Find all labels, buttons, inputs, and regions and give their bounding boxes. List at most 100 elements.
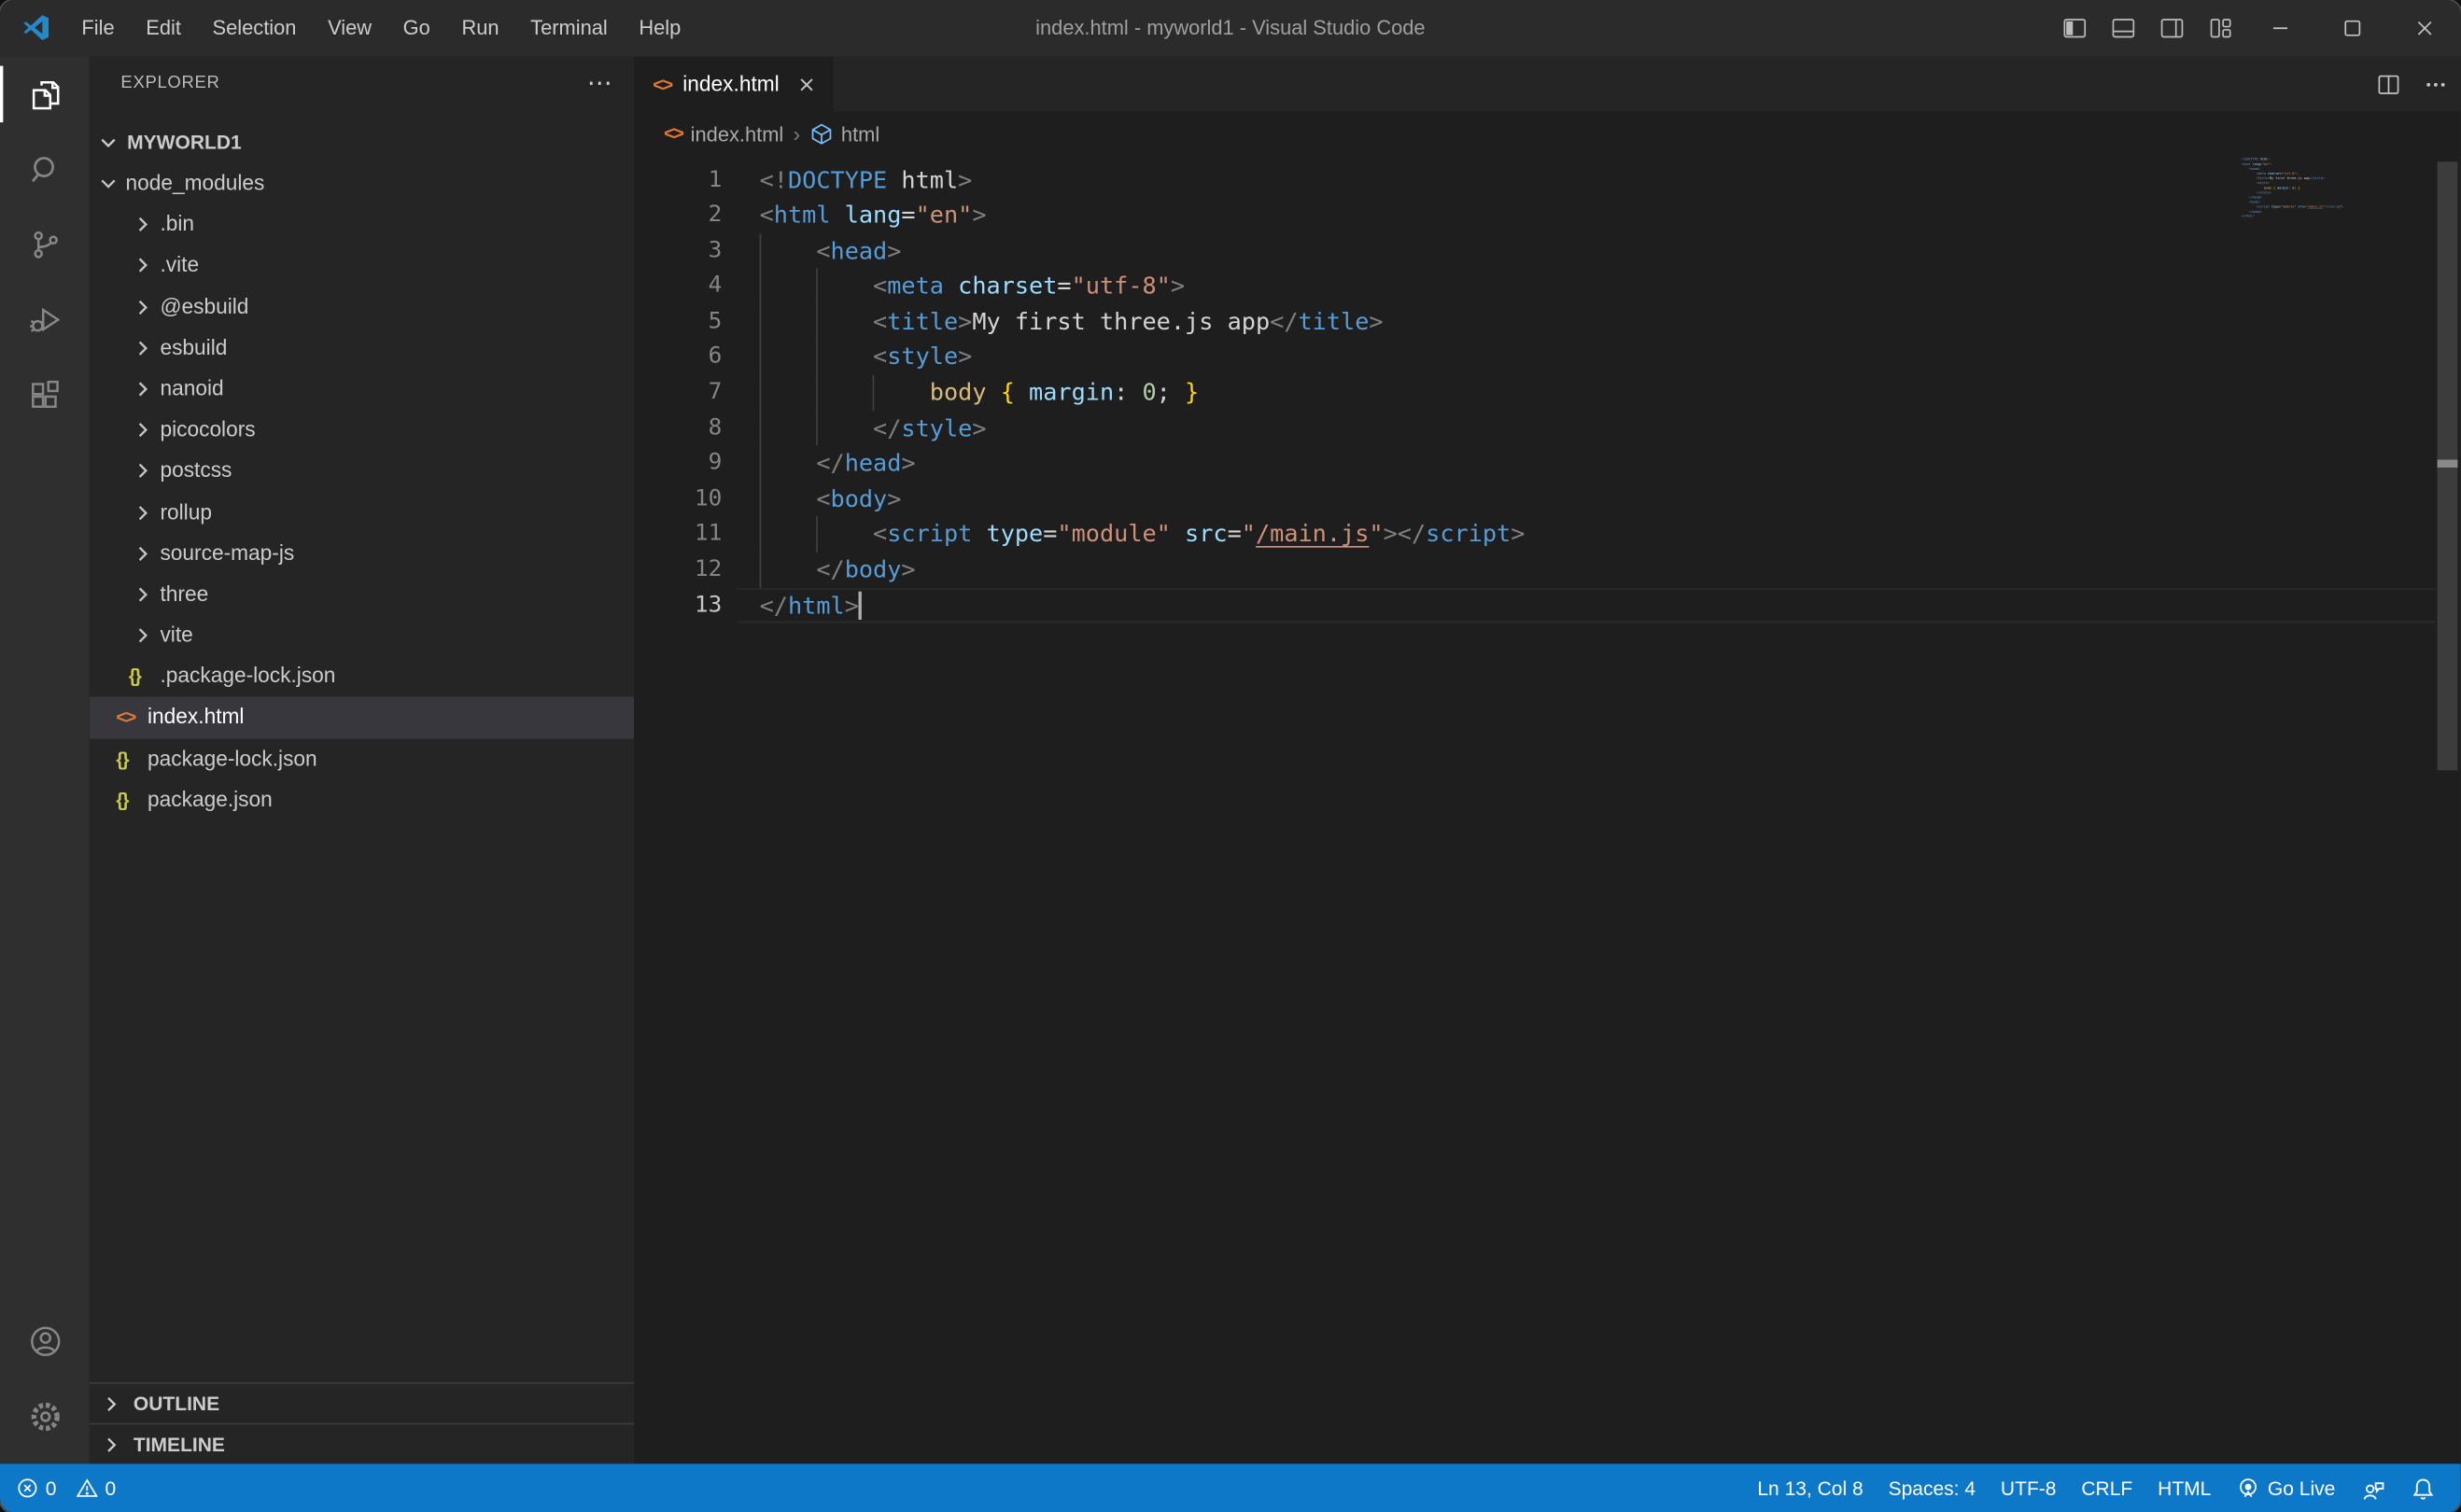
feedback-icon[interactable] xyxy=(2348,1463,2398,1512)
chevron-right-icon[interactable] xyxy=(131,287,156,328)
chevron-right-icon[interactable] xyxy=(131,451,156,492)
statusbar-right: Ln 13, Col 8 Spaces: 4 UTF-8 CRLF HTML G… xyxy=(1745,1463,2448,1512)
code-line-10[interactable]: 10 <body> xyxy=(634,482,2436,517)
go-live-button[interactable]: Go Live xyxy=(2224,1463,2348,1512)
tab-close-icon[interactable] xyxy=(795,73,818,95)
editor-group: <> index.html <> index.html › xyxy=(634,57,2461,1464)
code-line-6[interactable]: 6 <style> xyxy=(634,340,2436,375)
toggle-primary-sidebar-icon[interactable] xyxy=(2049,0,2098,57)
maximize-button[interactable] xyxy=(2316,0,2388,57)
explorer-actions-icon[interactable]: ⋯ xyxy=(587,57,612,112)
cursor-position[interactable]: Ln 13, Col 8 xyxy=(1745,1463,1876,1512)
code-line-7[interactable]: 7 body { margin: 0; } xyxy=(634,375,2436,411)
tree-item-nanoid[interactable]: nanoid xyxy=(90,369,634,410)
tree-item--bin[interactable]: .bin xyxy=(90,204,634,245)
line-number: 13 xyxy=(634,588,722,623)
minimap[interactable]: <!DOCTYPE html><html lang="en"> <head> <… xyxy=(2241,157,2439,232)
notifications-bell-icon[interactable] xyxy=(2398,1463,2449,1512)
code-text: <script type="module" src="/main.js"></s… xyxy=(760,517,1526,553)
chevron-right-icon[interactable] xyxy=(131,492,156,533)
encoding-setting[interactable]: UTF-8 xyxy=(1988,1463,2068,1512)
vscode-logo-icon[interactable] xyxy=(22,14,50,42)
tree-item-label: index.html xyxy=(148,697,244,738)
customize-layout-icon[interactable] xyxy=(2196,0,2244,57)
code-line-12[interactable]: 12 </body> xyxy=(634,553,2436,588)
chevron-right-icon[interactable] xyxy=(131,369,156,410)
explorer-icon[interactable] xyxy=(0,57,90,133)
warning-count: 0 xyxy=(105,1477,117,1500)
code-line-9[interactable]: 9 </head> xyxy=(634,446,2436,482)
split-editor-icon[interactable] xyxy=(2376,71,2401,96)
workspace-section-header[interactable]: MYWORLD1 xyxy=(90,122,634,163)
json-file-icon: {} xyxy=(116,779,127,820)
symbol-cube-icon xyxy=(809,121,833,145)
tree-item-index-html[interactable]: <>index.html xyxy=(90,697,634,738)
language-mode[interactable]: HTML xyxy=(2145,1463,2224,1512)
tree-item-three[interactable]: three xyxy=(90,574,634,615)
code-line-1[interactable]: 1<!DOCTYPE html> xyxy=(634,162,2436,198)
code-line-3[interactable]: 3 <head> xyxy=(634,233,2436,269)
tree-item-picocolors[interactable]: picocolors xyxy=(90,410,634,451)
close-button[interactable] xyxy=(2388,0,2460,57)
tree-item-package-lock-json[interactable]: {}package-lock.json xyxy=(90,738,634,779)
menu-view[interactable]: View xyxy=(312,0,387,57)
tab-index-html[interactable]: <> index.html xyxy=(634,57,833,112)
code-text: <title>My first three.js app</title> xyxy=(760,304,1384,340)
menu-edit[interactable]: Edit xyxy=(130,0,196,57)
code-line-8[interactable]: 8 </style> xyxy=(634,411,2436,446)
menu-help[interactable]: Help xyxy=(624,0,697,57)
code-line-11[interactable]: 11 <script type="module" src="/main.js">… xyxy=(634,517,2436,553)
tree-item-esbuild[interactable]: esbuild xyxy=(90,328,634,369)
indentation-setting[interactable]: Spaces: 4 xyxy=(1876,1463,1988,1512)
search-icon[interactable] xyxy=(0,132,90,207)
chevron-right-icon[interactable] xyxy=(131,533,156,574)
chevron-right-icon[interactable] xyxy=(131,328,156,369)
tree-item-label: esbuild xyxy=(160,328,227,369)
problems-status[interactable]: 0 0 xyxy=(16,1477,116,1500)
chevron-right-icon[interactable] xyxy=(131,204,156,245)
menu-run[interactable]: Run xyxy=(446,0,515,57)
menu-terminal[interactable]: Terminal xyxy=(514,0,623,57)
tree-item-source-map-js[interactable]: source-map-js xyxy=(90,533,634,574)
code-editor[interactable]: 1<!DOCTYPE html>2<html lang="en">3 <head… xyxy=(634,162,2436,623)
tree-item--vite[interactable]: .vite xyxy=(90,245,634,287)
chevron-right-icon[interactable] xyxy=(131,615,156,656)
source-control-icon[interactable] xyxy=(0,207,90,283)
code-line-4[interactable]: 4 <meta charset="utf-8"> xyxy=(634,269,2436,304)
code-line-2[interactable]: 2<html lang="en"> xyxy=(634,198,2436,233)
toggle-panel-icon[interactable] xyxy=(2098,0,2146,57)
tree-item--esbuild[interactable]: @esbuild xyxy=(90,287,634,328)
chevron-right-icon[interactable] xyxy=(131,574,156,615)
workspace-name: MYWORLD1 xyxy=(127,132,242,154)
settings-gear-icon[interactable] xyxy=(0,1379,90,1455)
code-line-13[interactable]: 13</html> xyxy=(634,588,2436,623)
tree-item-node-modules[interactable]: node_modules xyxy=(90,163,634,204)
chevron-right-icon[interactable] xyxy=(131,410,156,451)
code-line-5[interactable]: 5 <title>My first three.js app</title> xyxy=(634,304,2436,340)
eol-setting[interactable]: CRLF xyxy=(2069,1463,2145,1512)
extensions-icon[interactable] xyxy=(0,357,90,433)
tree-item-label: @esbuild xyxy=(160,287,248,328)
tree-item--package-lock-json[interactable]: {}.package-lock.json xyxy=(90,656,634,697)
tree-item-vite[interactable]: vite xyxy=(90,615,634,656)
chevron-down-icon[interactable] xyxy=(96,163,121,204)
breadcrumb-item-symbol[interactable]: html xyxy=(841,121,879,145)
menu-go[interactable]: Go xyxy=(387,0,446,57)
tree-item-package-json[interactable]: {}package.json xyxy=(90,779,634,820)
tab-bar: <> index.html xyxy=(634,57,2461,112)
outline-panel-header[interactable]: OUTLINE xyxy=(90,1382,634,1423)
code-text: <!DOCTYPE html> xyxy=(760,162,973,198)
tree-item-postcss[interactable]: postcss xyxy=(90,451,634,492)
tree-item-rollup[interactable]: rollup xyxy=(90,492,634,533)
chevron-right-icon[interactable] xyxy=(131,245,156,287)
menu-selection[interactable]: Selection xyxy=(197,0,313,57)
timeline-panel-header[interactable]: TIMELINE xyxy=(90,1423,634,1464)
run-and-debug-icon[interactable] xyxy=(0,283,90,358)
account-icon[interactable] xyxy=(0,1304,90,1379)
minimize-button[interactable] xyxy=(2244,0,2316,57)
menu-file[interactable]: File xyxy=(66,0,131,57)
toggle-secondary-sidebar-icon[interactable] xyxy=(2147,0,2196,57)
breadcrumb-item-file[interactable]: index.html xyxy=(691,121,784,145)
more-actions-icon[interactable] xyxy=(2423,71,2448,96)
vertical-scrollbar[interactable] xyxy=(2438,161,2458,770)
